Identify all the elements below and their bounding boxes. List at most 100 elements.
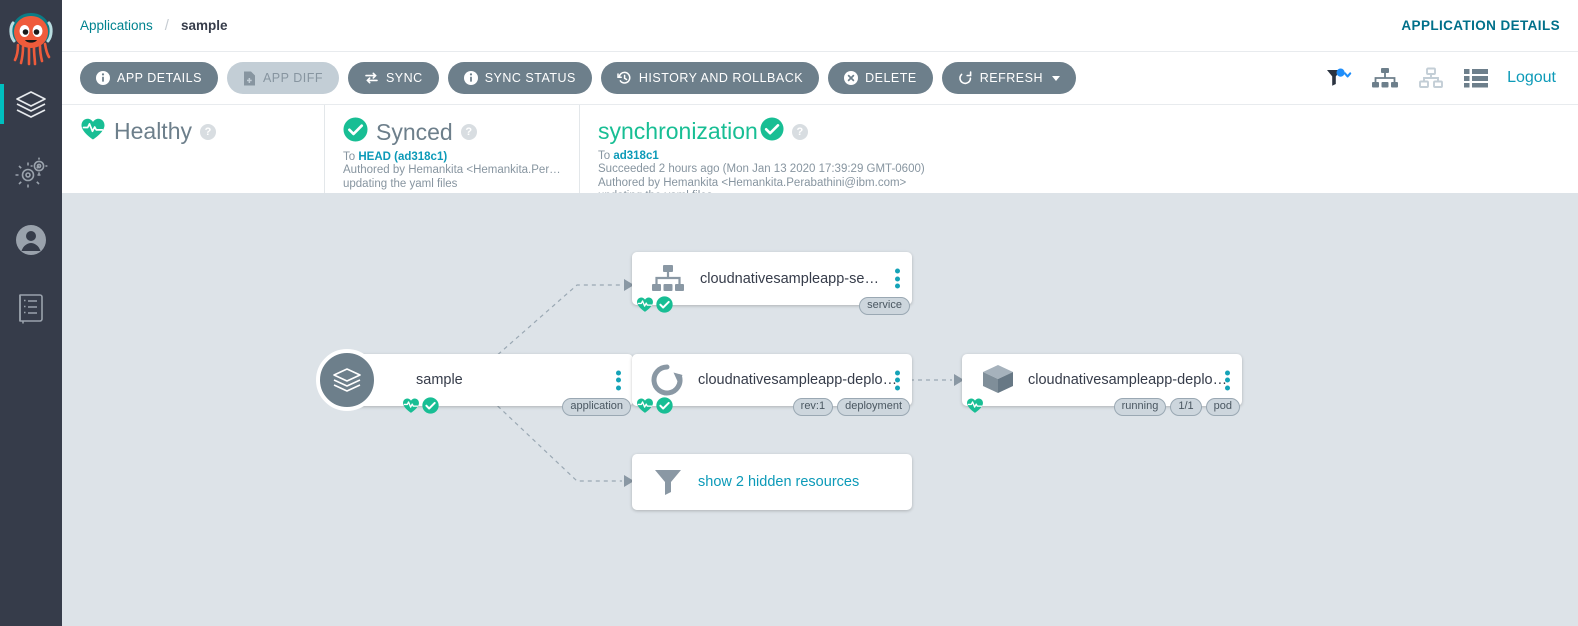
filter-funnel-icon[interactable] bbox=[1325, 68, 1353, 88]
sync-message: updating the yaml files bbox=[343, 177, 458, 190]
pod-cube-icon bbox=[980, 363, 1016, 397]
sidebar-item-user-info[interactable] bbox=[0, 206, 62, 274]
heart-pulse-badge bbox=[637, 297, 653, 312]
chevron-down-icon bbox=[1051, 75, 1060, 81]
resource-node-pod[interactable]: cloudnativesampleapp-deploymen… running … bbox=[962, 354, 1242, 416]
resource-kind-tag: application bbox=[562, 397, 631, 416]
resource-kind-tag: service bbox=[859, 296, 910, 315]
resource-node-badges bbox=[966, 397, 984, 414]
history-and-rollback-button-label: HISTORY AND ROLLBACK bbox=[638, 71, 804, 85]
sidebar-item-documentation[interactable] bbox=[0, 274, 62, 342]
sync-status-title: Synced bbox=[376, 118, 453, 145]
breadcrumb-separator: / bbox=[164, 17, 169, 34]
sync-status-panel: Synced ? To HEAD (ad318c1) Authored by H… bbox=[324, 105, 579, 193]
app-details-button[interactable]: APP DETAILS bbox=[80, 62, 218, 94]
sync-author: Authored by Hemankita <Hemankita.Per… bbox=[343, 164, 561, 177]
gears-icon bbox=[14, 156, 48, 188]
resource-node-badges bbox=[636, 296, 673, 313]
sidebar-item-settings[interactable] bbox=[0, 138, 62, 206]
resource-node-menu-button[interactable] bbox=[1225, 368, 1230, 393]
filter-funnel-icon bbox=[652, 466, 684, 498]
show-hidden-resources-link[interactable]: show 2 hidden resources bbox=[698, 474, 859, 490]
tree-view-icon[interactable] bbox=[1371, 67, 1399, 89]
refresh-icon bbox=[958, 71, 973, 85]
breadcrumb-current: sample bbox=[180, 18, 228, 33]
sidebar-item-applications[interactable] bbox=[0, 70, 62, 138]
sync-help-icon[interactable]: ? bbox=[460, 124, 477, 140]
topbar: Applications / sample APPLICATION DETAIL… bbox=[62, 0, 1578, 52]
resource-kind-tag: deployment bbox=[837, 397, 910, 416]
refresh-button-label: REFRESH bbox=[979, 71, 1043, 85]
argocd-application-details-page: Applications / sample APPLICATION DETAIL… bbox=[0, 0, 1578, 626]
page-title: APPLICATION DETAILS bbox=[1401, 18, 1560, 33]
check-circle-badge bbox=[656, 296, 673, 313]
resource-node-application[interactable]: sample application bbox=[316, 349, 633, 416]
sync-revision-link[interactable]: HEAD (ad318c1) bbox=[358, 151, 447, 163]
check-circle-badge bbox=[422, 397, 439, 414]
sync-button-label: SYNC bbox=[385, 71, 423, 85]
list-view-icon[interactable] bbox=[1463, 68, 1489, 88]
application-avatar bbox=[316, 349, 378, 411]
resource-node-menu-button[interactable] bbox=[895, 368, 900, 393]
sync-status-details: To HEAD (ad318c1) Authored by Hemankita … bbox=[343, 151, 561, 191]
action-toolbar: APP DETAILS APP DIFF SYNC SYNC STATUS HI… bbox=[62, 52, 1578, 105]
history-clock-icon bbox=[617, 71, 632, 85]
breadcrumb-applications[interactable]: Applications bbox=[80, 18, 153, 33]
check-circle-icon bbox=[343, 117, 368, 147]
info-icon bbox=[463, 71, 478, 85]
health-status-panel: Healthy ? bbox=[62, 105, 324, 193]
resource-state-tag: running bbox=[1113, 397, 1167, 416]
health-status-title: Healthy bbox=[114, 118, 192, 144]
sidebar bbox=[0, 0, 62, 626]
operation-status-panel: synchronization ? To ad318c1 Succeeded 2… bbox=[579, 105, 1069, 202]
resource-tree-canvas[interactable]: sample application cloudnativesampleapp-… bbox=[62, 193, 1578, 626]
resource-node-menu-button[interactable] bbox=[895, 266, 900, 291]
resource-node-menu-button[interactable] bbox=[616, 368, 621, 393]
resource-node-hidden-resources[interactable]: show 2 hidden resources bbox=[632, 454, 912, 510]
operation-help-icon[interactable]: ? bbox=[791, 123, 808, 140]
delete-button[interactable]: DELETE bbox=[828, 62, 933, 94]
heart-pulse-badge bbox=[967, 398, 983, 413]
network-view-icon[interactable] bbox=[1417, 67, 1445, 89]
sync-to-prefix: To bbox=[343, 151, 359, 163]
sync-button[interactable]: SYNC bbox=[347, 62, 439, 94]
app-diff-button[interactable]: APP DIFF bbox=[226, 62, 339, 94]
resource-node-deployment[interactable]: cloudnativesampleapp-deployment rev:1 de… bbox=[632, 354, 912, 416]
operation-author: Authored by Hemankita <Hemankita.Perabat… bbox=[598, 176, 907, 189]
resource-node-tags: running 1/1 pod bbox=[1113, 397, 1240, 416]
view-tools: Logout bbox=[1325, 67, 1560, 89]
operation-revision-link[interactable]: ad318c1 bbox=[613, 150, 658, 162]
check-circle-badge bbox=[656, 397, 673, 414]
history-and-rollback-button[interactable]: HISTORY AND ROLLBACK bbox=[600, 62, 820, 94]
heart-pulse-icon bbox=[80, 117, 106, 146]
heart-pulse-badge bbox=[403, 398, 419, 413]
resource-node-service[interactable]: cloudnativesampleapp-service service bbox=[632, 252, 912, 315]
resource-node-tags: service bbox=[859, 296, 910, 315]
resource-node-tags: application bbox=[562, 397, 631, 416]
logout-link[interactable]: Logout bbox=[1507, 69, 1556, 87]
resource-node-label: cloudnativesampleapp-deploymen… bbox=[1028, 372, 1233, 388]
resource-node-label: sample bbox=[416, 372, 463, 388]
resource-node-label: cloudnativesampleapp-deployment bbox=[698, 372, 898, 388]
resource-rev-tag: rev:1 bbox=[792, 397, 834, 416]
resource-node-badges bbox=[636, 397, 673, 414]
operation-title: synchronization bbox=[598, 118, 758, 144]
close-circle-icon bbox=[844, 71, 859, 85]
deployment-circular-arrow-icon bbox=[648, 363, 686, 397]
sync-status-button-label: SYNC STATUS bbox=[484, 71, 576, 85]
check-circle-icon bbox=[760, 117, 784, 146]
sync-status-button[interactable]: SYNC STATUS bbox=[447, 62, 592, 94]
sync-arrows-icon bbox=[364, 71, 379, 85]
health-help-icon[interactable]: ? bbox=[199, 123, 216, 140]
resource-node-tags: rev:1 deployment bbox=[792, 397, 910, 416]
refresh-button[interactable]: REFRESH bbox=[941, 62, 1076, 94]
delete-button-label: DELETE bbox=[865, 71, 917, 85]
resource-kind-tag: pod bbox=[1205, 397, 1240, 416]
service-hierarchy-icon bbox=[650, 264, 686, 294]
user-icon bbox=[15, 224, 47, 256]
operation-to-prefix: To bbox=[598, 150, 614, 162]
resource-node-label: cloudnativesampleapp-service bbox=[700, 270, 880, 287]
docs-book-icon bbox=[16, 292, 46, 324]
argo-octopus-logo-icon[interactable] bbox=[0, 6, 62, 70]
info-icon bbox=[96, 71, 110, 85]
